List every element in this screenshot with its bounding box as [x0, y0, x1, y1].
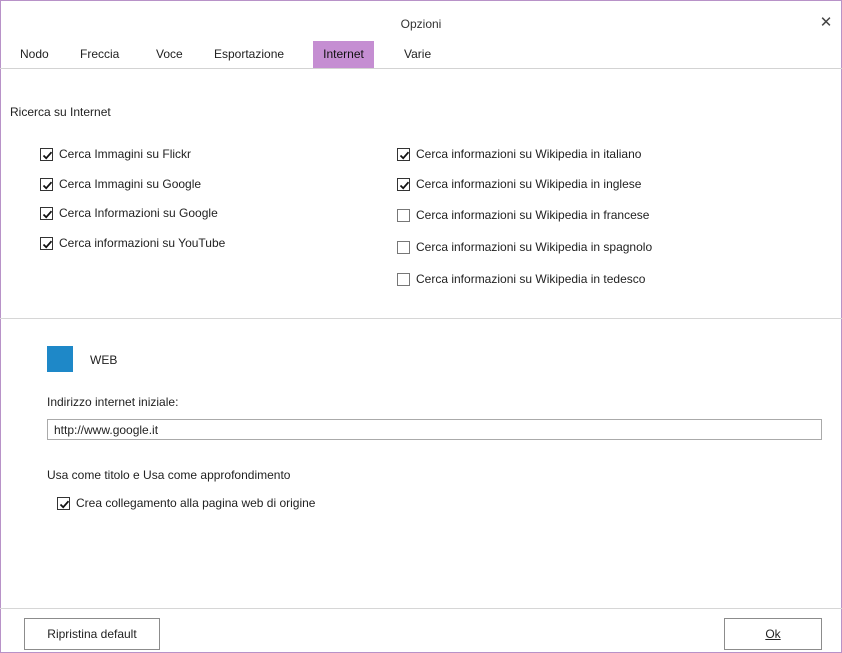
- start-url-label: Indirizzo internet iniziale:: [47, 395, 179, 409]
- checkbox-youtube-info[interactable]: [40, 236, 53, 250]
- checkbox-wikipedia-spanish[interactable]: [397, 240, 410, 254]
- close-icon[interactable]: ✕: [816, 13, 836, 33]
- option-google-images[interactable]: Cerca Immagini su Google: [40, 177, 201, 191]
- section-divider: [0, 318, 842, 319]
- tab-nodo[interactable]: Nodo: [12, 41, 57, 68]
- web-label: WEB: [90, 353, 118, 367]
- checkbox-label: Cerca Immagini su Google: [59, 177, 202, 191]
- option-create-link[interactable]: Crea collegamento alla pagina web di ori…: [57, 496, 315, 510]
- option-wikipedia-italian[interactable]: Cerca informazioni su Wikipedia in itali…: [397, 147, 641, 161]
- checkbox-google-info[interactable]: [40, 206, 53, 220]
- reset-default-button[interactable]: Ripristina default: [24, 618, 160, 650]
- usage-label: Usa come titolo e Usa come approfondimen…: [47, 468, 291, 482]
- checkbox-google-images[interactable]: [40, 177, 53, 191]
- title-bar: Opzioni ✕: [0, 0, 842, 40]
- checkbox-wikipedia-german[interactable]: [397, 272, 410, 286]
- checkbox-label: Crea collegamento alla pagina web di ori…: [76, 496, 316, 510]
- window-title: Opzioni: [400, 17, 442, 31]
- checkbox-wikipedia-italian[interactable]: [397, 147, 410, 161]
- option-wikipedia-english[interactable]: Cerca informazioni su Wikipedia in ingle…: [397, 177, 641, 191]
- checkbox-label: Cerca Immagini su Flickr: [59, 147, 192, 161]
- checkbox-flickr-images[interactable]: [40, 147, 53, 161]
- checkbox-wikipedia-french[interactable]: [397, 208, 410, 222]
- checkbox-label: Cerca informazioni su Wikipedia in spagn…: [416, 240, 653, 254]
- checkbox-label: Cerca informazioni su YouTube: [59, 236, 226, 250]
- checkbox-label: Cerca Informazioni su Google: [59, 206, 218, 220]
- web-color-swatch[interactable]: [47, 346, 73, 372]
- tab-internet[interactable]: Internet: [313, 41, 374, 68]
- checkbox-label: Cerca informazioni su Wikipedia in franc…: [416, 208, 650, 222]
- tab-divider: [0, 68, 842, 69]
- tab-esportazione[interactable]: Esportazione: [206, 41, 292, 68]
- option-google-info[interactable]: Cerca Informazioni su Google: [40, 206, 218, 220]
- checkbox-label: Cerca informazioni su Wikipedia in itali…: [416, 147, 642, 161]
- window-border: [0, 0, 842, 653]
- start-url-input[interactable]: [47, 419, 822, 440]
- option-youtube-info[interactable]: Cerca informazioni su YouTube: [40, 236, 225, 250]
- tab-varie[interactable]: Varie: [396, 41, 439, 68]
- tab-voce[interactable]: Voce: [148, 41, 191, 68]
- option-wikipedia-german[interactable]: Cerca informazioni su Wikipedia in tedes…: [397, 272, 645, 286]
- option-flickr-images[interactable]: Cerca Immagini su Flickr: [40, 147, 191, 161]
- checkbox-create-link[interactable]: [57, 496, 70, 510]
- ok-button[interactable]: Ok: [724, 618, 822, 650]
- tab-freccia[interactable]: Freccia: [72, 41, 127, 68]
- checkbox-label: Cerca informazioni su Wikipedia in ingle…: [416, 177, 642, 191]
- option-wikipedia-spanish[interactable]: Cerca informazioni su Wikipedia in spagn…: [397, 240, 652, 254]
- footer-divider: [0, 608, 842, 609]
- ok-button-label: Ok: [765, 627, 781, 641]
- section-heading-internet-search: Ricerca su Internet: [10, 105, 111, 119]
- option-wikipedia-french[interactable]: Cerca informazioni su Wikipedia in franc…: [397, 208, 649, 222]
- checkbox-wikipedia-english[interactable]: [397, 177, 410, 191]
- checkbox-label: Cerca informazioni su Wikipedia in tedes…: [416, 272, 646, 286]
